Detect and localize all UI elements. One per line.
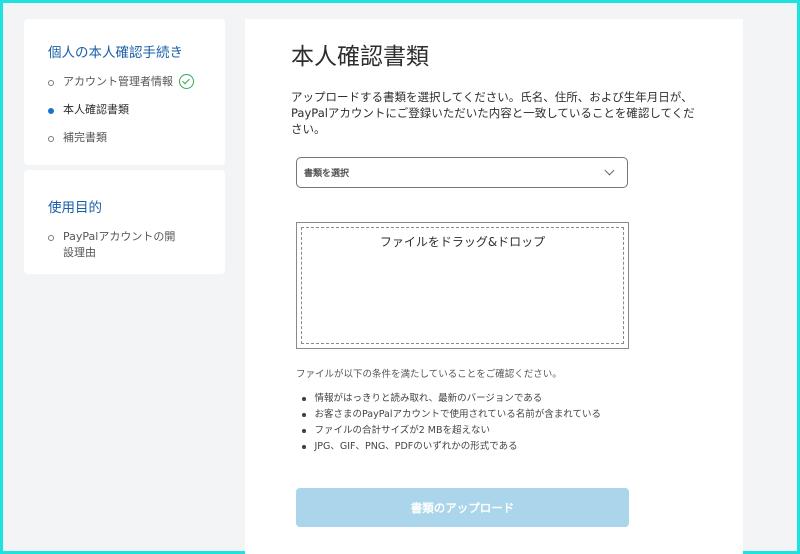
- sidebar-item-label: 補完書類: [63, 131, 107, 144]
- condition-text: お客さまのPayPalアカウントで使用されている名前が含まれている: [314, 409, 601, 420]
- sidebar-item-account-admin[interactable]: アカウント管理者情報: [48, 74, 225, 90]
- list-item: 情報がはっきりと読み取れ、最新のバージョンである: [296, 391, 601, 407]
- bullet-dot-icon: [302, 429, 306, 433]
- sidebar-section-purpose: 使用目的 PayPalアカウントの開設理由: [24, 170, 225, 274]
- chevron-down-icon: [604, 165, 615, 176]
- sidebar-section-title: 個人の本人確認手続き: [48, 45, 183, 61]
- sidebar-item-label: アカウント管理者情報: [63, 75, 173, 88]
- bullet-icon: [48, 80, 54, 86]
- conditions-intro: ファイルが以下の条件を満たしていることをご確認ください。: [296, 369, 562, 380]
- bullet-icon: [48, 136, 54, 142]
- check-circle-icon: [179, 74, 194, 89]
- file-dropzone[interactable]: ファイルをドラッグ&ドロップ: [296, 222, 629, 349]
- condition-text: JPG、GIF、PNG、PDFのいずれかの形式である: [314, 441, 518, 452]
- list-item: ファイルの合計サイズが2 MBを超えない: [296, 423, 601, 439]
- document-type-select[interactable]: 書類を選択: [296, 157, 628, 188]
- page-title: 本人確認書類: [291, 44, 429, 70]
- condition-text: 情報がはっきりと読み取れ、最新のバージョンである: [314, 393, 543, 404]
- sidebar-section-verification: 個人の本人確認手続き アカウント管理者情報 本人確認書類 補完書類: [24, 19, 225, 165]
- sidebar-steps: PayPalアカウントの開設理由: [48, 229, 225, 261]
- sidebar-item-label: PayPalアカウントの開設理由: [63, 230, 176, 259]
- upload-documents-button[interactable]: 書類のアップロード: [296, 488, 629, 527]
- sidebar-item-label: 本人確認書類: [63, 103, 129, 116]
- dropzone-dashed-area: ファイルをドラッグ&ドロップ: [301, 227, 624, 344]
- sidebar-section-title: 使用目的: [48, 200, 102, 216]
- list-item: お客さまのPayPalアカウントで使用されている名前が含まれている: [296, 407, 601, 423]
- sidebar: 個人の本人確認手続き アカウント管理者情報 本人確認書類 補完書類 使用目的 P…: [24, 19, 225, 274]
- intro-text: アップロードする書類を選択してください。氏名、住所、および生年月日が、PayPa…: [291, 90, 695, 136]
- dropzone-text: ファイルをドラッグ&ドロップ: [379, 235, 546, 249]
- list-item: JPG、GIF、PNG、PDFのいずれかの形式である: [296, 439, 601, 455]
- bullet-dot-icon: [302, 445, 306, 449]
- sidebar-item-account-reason[interactable]: PayPalアカウントの開設理由: [48, 229, 225, 261]
- active-bullet-icon: [48, 108, 54, 114]
- conditions-list: 情報がはっきりと読み取れ、最新のバージョンである お客さまのPayPalアカウン…: [296, 391, 601, 455]
- main-panel: 本人確認書類 アップロードする書類を選択してください。氏名、住所、および生年月日…: [245, 19, 743, 554]
- bullet-dot-icon: [302, 413, 306, 417]
- sidebar-item-id-document[interactable]: 本人確認書類: [48, 102, 225, 118]
- select-placeholder: 書類を選択: [304, 169, 350, 179]
- bullet-dot-icon: [302, 397, 306, 401]
- sidebar-item-supplementary[interactable]: 補完書類: [48, 130, 225, 146]
- bullet-icon: [48, 235, 54, 241]
- sidebar-steps: アカウント管理者情報 本人確認書類 補完書類: [48, 74, 225, 146]
- condition-text: ファイルの合計サイズが2 MBを超えない: [314, 425, 491, 436]
